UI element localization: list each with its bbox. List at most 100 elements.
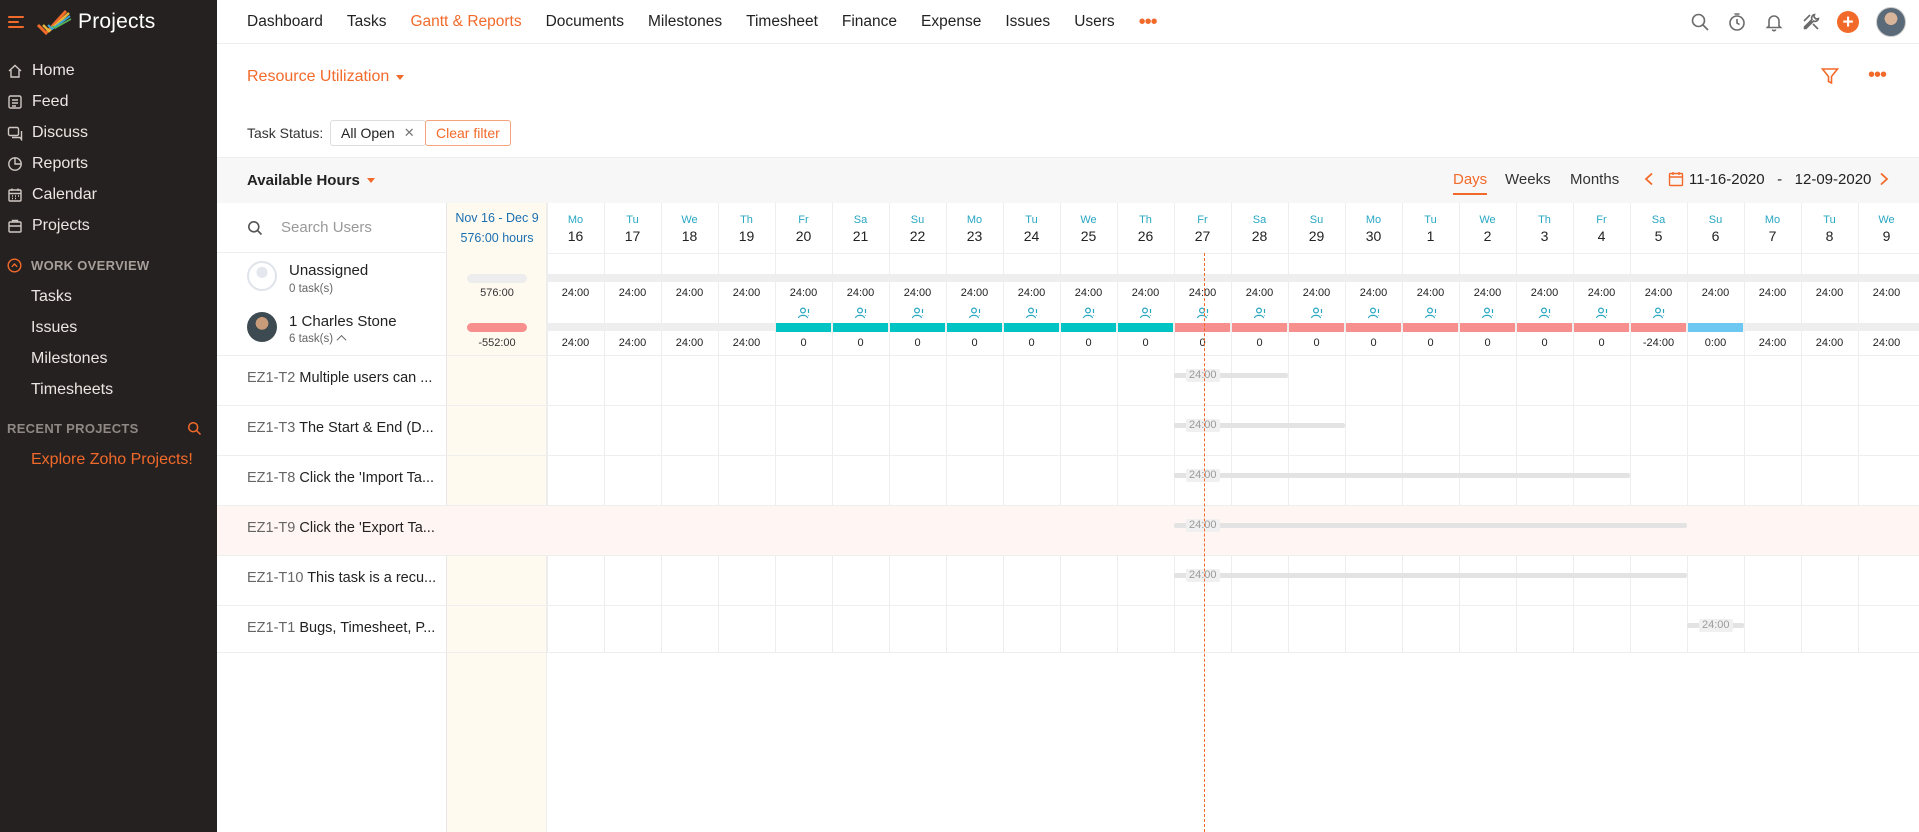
utilization-bar[interactable] [947,323,1002,332]
search-users-input[interactable] [281,219,441,236]
active-segment-indicator [1453,193,1487,195]
task-row[interactable] [217,355,1919,405]
view-selector[interactable]: Resource Utilization [247,68,405,86]
utilization-bar[interactable] [1289,323,1344,332]
close-icon[interactable]: ✕ [404,125,415,141]
day-header: Sa 28 [1231,203,1288,244]
task-row[interactable] [217,405,1919,455]
sidebar-item-timesheets[interactable]: Timesheets [31,381,113,399]
sidebar-item-projects[interactable]: Projects [0,213,217,239]
sidebar-item-calendar[interactable]: Calendar [0,182,217,208]
filter-icon[interactable] [1820,66,1840,86]
day-header: We 25 [1060,203,1117,244]
task-status-chip[interactable]: All Open ✕ [330,120,426,146]
task-label[interactable]: EZ1-T9 Click the 'Export Ta... [247,520,437,536]
tab-milestones[interactable]: Milestones [636,13,734,31]
tab-timesheet[interactable]: Timesheet [734,13,830,31]
explore-projects-link[interactable]: Explore Zoho Projects! [31,451,193,469]
quick-add-button[interactable]: + [1837,11,1859,33]
tab-finance[interactable]: Finance [830,13,909,31]
tab-gantt-reports[interactable]: Gantt & Reports [398,13,533,31]
utilization-bar[interactable] [776,323,831,332]
user-name[interactable]: 1 Charles Stone [289,313,397,330]
task-row[interactable] [217,605,1919,655]
calendar-icon[interactable] [1668,171,1684,187]
metric-selector[interactable]: Available Hours [247,172,375,189]
task-row[interactable] [217,455,1919,505]
utilization-bar[interactable] [1688,323,1743,332]
task-bar[interactable] [1174,473,1630,478]
timer-icon[interactable] [1727,12,1747,32]
sidebar-item-home[interactable]: Home [0,58,217,84]
sidebar-item-milestones[interactable]: Milestones [31,350,107,368]
utilization-bar[interactable] [1346,323,1401,332]
more-tabs-button[interactable]: ••• [1127,12,1169,32]
day-name: Mo [966,214,983,226]
chevron-up-circle-icon [7,258,22,273]
task-row[interactable] [217,505,1919,555]
task-label[interactable]: EZ1-T3 The Start & End (D... [247,420,437,436]
utilization-bar[interactable] [890,323,945,332]
daily-hours: 24:00 [1188,287,1217,299]
work-overview-heading[interactable]: WORK OVERVIEW [0,258,217,273]
task-bar[interactable] [1174,523,1687,528]
day-name: Tu [626,214,639,226]
chevron-left-icon[interactable] [1643,172,1655,186]
tab-dashboard[interactable]: Dashboard [217,13,335,31]
chevron-right-icon[interactable] [1878,172,1890,186]
task-label[interactable]: EZ1-T10 This task is a recu... [247,570,437,586]
tab-issues[interactable]: Issues [993,13,1062,31]
task-label[interactable]: EZ1-T8 Click the 'Import Ta... [247,470,437,486]
utilization-bar[interactable] [1631,323,1686,332]
daily-hours: 0 [971,337,978,349]
bell-icon[interactable] [1764,12,1784,32]
user-allocation-icon [1196,307,1209,319]
utilization-bar[interactable] [1574,323,1629,332]
task-id: EZ1-T1 [247,620,296,636]
utilization-bar[interactable] [1403,323,1458,332]
tab-expense[interactable]: Expense [909,13,993,31]
summary-hours: 576:00 hours [460,231,534,245]
user-name[interactable]: Unassigned [289,262,368,279]
sidebar-item-issues[interactable]: Issues [31,319,77,337]
utilization-bar[interactable] [1004,323,1059,332]
daily-hours: 24:00 [732,287,761,299]
page-more-button[interactable]: ••• [1868,64,1887,87]
task-row[interactable] [217,555,1919,605]
user-task-toggle[interactable]: 6 task(s) [289,333,347,345]
utilization-pill [467,274,527,283]
task-label[interactable]: EZ1-T2 Multiple users can ... [247,370,437,386]
sidebar-item-feed[interactable]: Feed [0,89,217,115]
menu-icon[interactable] [8,16,24,28]
utilization-bar[interactable] [1232,323,1287,332]
utilization-bar[interactable] [1460,323,1515,332]
tab-tasks[interactable]: Tasks [335,13,399,31]
utilization-bar[interactable] [1517,323,1572,332]
user-avatar[interactable] [1876,7,1906,37]
tools-icon[interactable] [1801,12,1821,32]
search-icon[interactable] [187,421,202,436]
user-allocation-icon [968,307,981,319]
task-bar[interactable] [1174,573,1687,578]
segment-months[interactable]: Months [1570,171,1619,188]
search-icon[interactable] [1690,12,1710,32]
tab-documents[interactable]: Documents [534,13,636,31]
utilization-bar[interactable] [833,323,888,332]
segment-days[interactable]: Days [1453,171,1487,188]
daily-hours: 24:00 [1644,287,1673,299]
sidebar-item-discuss[interactable]: Discuss [0,120,217,146]
chevron-down-icon [396,74,405,80]
sidebar-item-reports[interactable]: Reports [0,151,217,177]
date-range[interactable]: 11-16-2020 - 12-09-2020 [1689,171,1871,188]
clear-filter-button[interactable]: Clear filter [425,120,511,146]
utilization-bar[interactable] [1061,323,1116,332]
sidebar-item-tasks[interactable]: Tasks [31,288,72,306]
tab-users[interactable]: Users [1062,13,1126,31]
utilization-bar[interactable] [1175,323,1230,332]
header-divider [547,253,1919,254]
task-label[interactable]: EZ1-T1 Bugs, Timesheet, P... [247,620,437,636]
segment-weeks[interactable]: Weeks [1505,171,1551,188]
utilization-bar[interactable] [1118,323,1173,332]
daily-hours: 24:00 [618,337,647,349]
unassigned-avatar [247,261,277,291]
